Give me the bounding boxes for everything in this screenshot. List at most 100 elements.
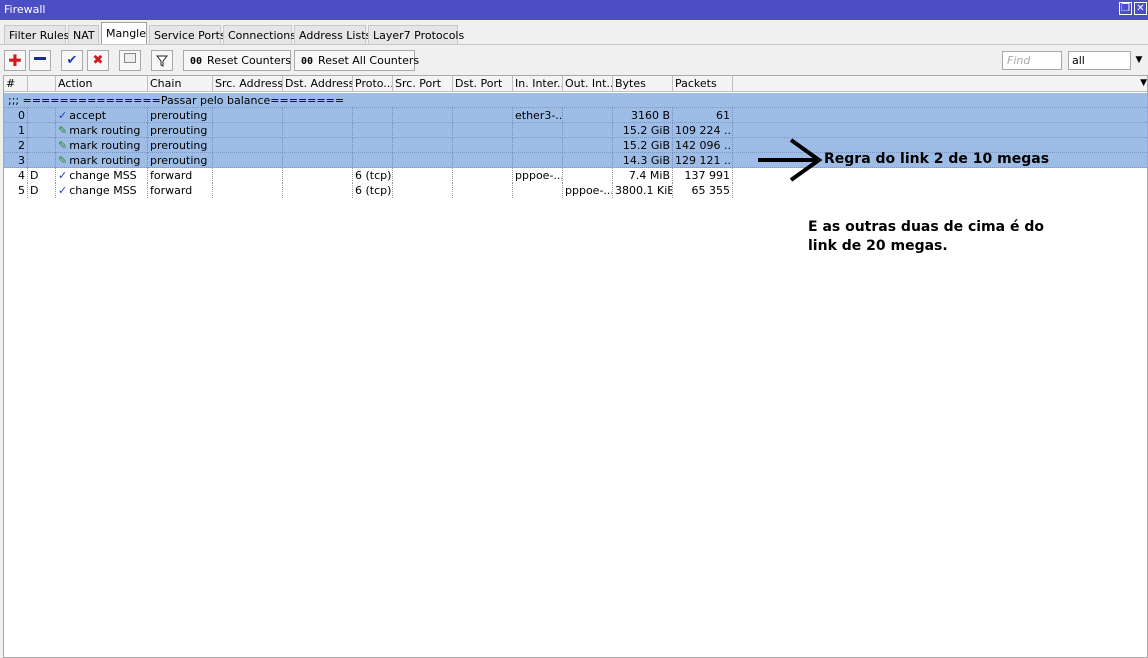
row-bytes: 14.3 GiB [613, 153, 673, 168]
row-action: ✎ mark routing [56, 138, 148, 153]
comment-button[interactable] [119, 50, 141, 71]
remove-button[interactable] [29, 50, 51, 71]
comment-row[interactable]: ;;; ===============Passar pelo balance==… [4, 93, 1147, 108]
row-bytes: 15.2 GiB [613, 138, 673, 153]
reset-all-counters-button[interactable]: 00 Reset All Counters [294, 50, 419, 71]
reset-counters-label: Reset Counters [207, 54, 291, 67]
column-header-src-port[interactable]: Src. Port [393, 76, 453, 92]
tab-address-lists[interactable]: Address Lists [294, 25, 371, 44]
filter-select[interactable]: all [1068, 51, 1131, 70]
check-icon: ✓ [58, 169, 68, 182]
row-bytes: 15.2 GiB [613, 123, 673, 138]
row-src-port [393, 123, 453, 138]
column-header-protocol[interactable]: Proto... [353, 76, 393, 92]
tab-layer7-protocols[interactable]: Layer7 Protocols [368, 25, 464, 44]
table-row[interactable]: 4 D ✓ change MSS forward 6 (tcp) pppoe-..… [4, 168, 1147, 183]
chevron-down-icon[interactable]: ▼ [1132, 51, 1146, 70]
column-header-bytes[interactable]: Bytes [613, 76, 673, 92]
annotation-note-link2: Regra do link 2 de 10 megas [824, 151, 1050, 167]
pencil-icon: ✎ [58, 139, 68, 152]
row-protocol [353, 138, 393, 153]
row-packets: 129 121 ... [675, 153, 733, 168]
column-header-packets[interactable]: Packets [673, 76, 733, 92]
row-dst-port [453, 183, 513, 198]
row-out-interface [563, 123, 613, 138]
row-src-address [213, 123, 283, 138]
row-number: 3 [4, 153, 28, 168]
tab-mangle[interactable]: Mangle [101, 22, 147, 44]
column-header-dst-address[interactable]: Dst. Address [283, 76, 353, 92]
row-chain: prerouting [148, 108, 213, 123]
column-header-flags[interactable] [28, 76, 56, 92]
table-row[interactable]: 1 ✎ mark routing prerouting 15.2 GiB 109 … [4, 123, 1147, 138]
column-header-out-interface[interactable]: Out. Int... [563, 76, 613, 92]
row-flag: D [28, 168, 56, 183]
window-title: Firewall [4, 3, 46, 16]
add-button[interactable]: ✚ [4, 50, 26, 71]
row-bytes: 3160 B [613, 108, 673, 123]
row-src-address [213, 138, 283, 153]
row-action: ✓ accept [56, 108, 148, 123]
row-action: ✓ change MSS [56, 168, 148, 183]
filter-button[interactable] [151, 50, 173, 71]
table-row[interactable]: 5 D ✓ change MSS forward 6 (tcp) pppoe-..… [4, 183, 1147, 198]
tab-filter-rules[interactable]: Filter Rules [4, 25, 69, 44]
row-src-port [393, 108, 453, 123]
row-src-port [393, 183, 453, 198]
close-window-button[interactable]: ✕ [1134, 2, 1147, 15]
row-protocol: 6 (tcp) [355, 183, 393, 198]
restore-window-button[interactable]: ❐ [1119, 2, 1132, 15]
row-number: 5 [4, 183, 28, 198]
row-number: 2 [4, 138, 28, 153]
row-out-interface [563, 138, 613, 153]
column-header-number[interactable]: # [4, 76, 28, 92]
row-flag [28, 138, 56, 153]
pencil-icon: ✎ [58, 154, 68, 167]
row-in-interface: ether3-... [515, 108, 563, 123]
toolbar: ✚ ✔ ✖ 00 Reset Counters 00 Reset All Count… [0, 44, 1148, 74]
row-chain: prerouting [148, 153, 213, 168]
tab-connections[interactable]: Connections [223, 25, 296, 44]
row-src-address [213, 168, 283, 183]
plus-icon: ✚ [8, 51, 22, 70]
column-header-in-interface[interactable]: In. Inter... [513, 76, 563, 92]
tab-service-ports[interactable]: Service Ports [149, 25, 226, 44]
column-header-chain[interactable]: Chain [148, 76, 213, 92]
columns-menu-icon[interactable]: ▼ [1140, 78, 1147, 88]
column-header-dst-port[interactable]: Dst. Port [453, 76, 513, 92]
window-title-bar: Firewall ❐ ✕ [0, 0, 1148, 20]
row-in-interface: pppoe-... [515, 168, 563, 183]
row-dst-address [283, 153, 353, 168]
row-out-interface: pppoe-... [565, 183, 613, 198]
row-action: ✎ mark routing [56, 123, 148, 138]
funnel-icon [155, 51, 169, 70]
row-packets: 137 991 [673, 168, 733, 183]
row-packets: 109 224 ... [675, 123, 733, 138]
row-dst-port [453, 108, 513, 123]
column-header-src-address[interactable]: Src. Address [213, 76, 283, 92]
note-icon [124, 53, 136, 63]
table-row[interactable]: 0 ✓ accept prerouting ether3-... 3160 B 6… [4, 108, 1147, 123]
row-protocol [353, 108, 393, 123]
row-chain: forward [148, 183, 213, 198]
row-dst-port [453, 123, 513, 138]
check-icon: ✓ [58, 109, 68, 122]
annotation-note-link20: E as outras duas de cima é do link de 20… [808, 219, 1044, 254]
row-flag: D [28, 183, 56, 198]
row-chain: forward [148, 168, 213, 183]
row-flag [28, 108, 56, 123]
counter-icon: 00 [301, 56, 314, 67]
find-input[interactable]: Find [1002, 51, 1062, 70]
disable-button[interactable]: ✖ [87, 50, 109, 71]
table-header: # Action Chain Src. Address Dst. Address… [4, 76, 1147, 92]
tab-nat[interactable]: NAT [68, 25, 99, 44]
row-out-interface [563, 108, 613, 123]
row-in-interface [513, 138, 563, 153]
row-dst-port [453, 138, 513, 153]
row-src-address [213, 108, 283, 123]
reset-counters-button[interactable]: 00 Reset Counters [183, 50, 291, 71]
pencil-icon: ✎ [58, 124, 68, 137]
column-header-action[interactable]: Action [56, 76, 148, 92]
row-flag [28, 153, 56, 168]
enable-button[interactable]: ✔ [61, 50, 83, 71]
